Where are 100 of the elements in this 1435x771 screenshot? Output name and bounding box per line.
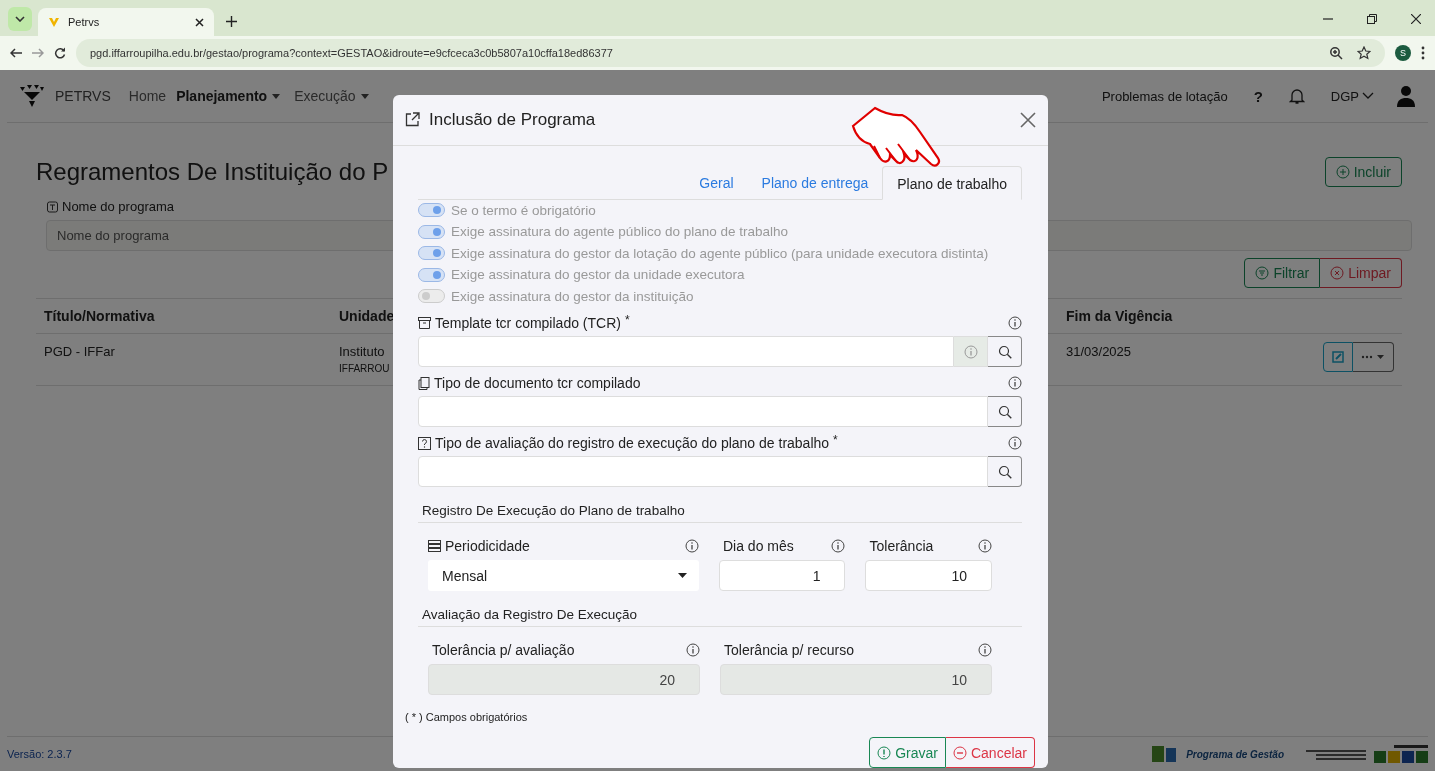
- clear-button[interactable]: Limpar: [1320, 258, 1402, 288]
- star-icon[interactable]: [1357, 46, 1371, 60]
- nav-menu-item[interactable]: Execução: [294, 88, 356, 104]
- user-icon[interactable]: [1396, 85, 1416, 107]
- info-icon[interactable]: [686, 643, 700, 657]
- ministry-logo-drawing: [1306, 748, 1366, 760]
- archive-icon: [418, 317, 431, 329]
- close-icon[interactable]: [1020, 111, 1036, 128]
- minus-circle-icon: [952, 745, 967, 760]
- cancel-button[interactable]: Cancelar: [945, 737, 1035, 768]
- caret-icon: [677, 573, 687, 578]
- toggle-label: Exige assinatura do gestor da instituição: [451, 288, 694, 304]
- info-icon[interactable]: [684, 539, 699, 553]
- required-mark: *: [833, 433, 838, 447]
- logo-icon: [48, 16, 60, 28]
- tab[interactable]: Geral: [685, 165, 748, 199]
- save-button[interactable]: Gravar: [869, 737, 946, 768]
- toggle-switch[interactable]: [418, 289, 445, 304]
- field-label: Tipo de avaliação do registro de execução do plano de trabalho: [435, 435, 830, 451]
- column-header: Fim da Vigência: [1066, 308, 1173, 324]
- caret-icon[interactable]: [272, 93, 281, 99]
- tab[interactable]: Plano de entrega: [747, 165, 883, 199]
- dialog-title: Inclusão de Programa: [429, 109, 596, 130]
- close-tab-icon[interactable]: [195, 17, 204, 27]
- search-button[interactable]: [988, 456, 1022, 487]
- required-mark: *: [624, 313, 630, 327]
- toggle-label: Exige assinatura do gestor da unidade executora: [451, 267, 745, 283]
- tab[interactable]: Plano de trabalho: [882, 165, 1022, 200]
- profile-avatar[interactable]: S: [1395, 45, 1411, 61]
- menu-icon[interactable]: [1421, 46, 1425, 60]
- program-logo-icon: [1152, 746, 1179, 762]
- edit-icon: [1332, 351, 1344, 363]
- lookup-field[interactable]: [418, 396, 988, 427]
- reload-icon[interactable]: [54, 47, 66, 59]
- field-label: Dia do mês: [721, 538, 794, 554]
- close-icon[interactable]: [1411, 14, 1421, 24]
- new-tab-icon[interactable]: [226, 16, 237, 27]
- forward-icon[interactable]: [32, 48, 44, 58]
- chevron-down-icon: [1362, 92, 1374, 100]
- unit-dropdown[interactable]: DGP: [1330, 88, 1374, 104]
- address-bar[interactable]: pgd.iffarroupilha.edu.br/gestao/programa?context=GESTAO&idroute=e9cfceca3c0b5807a10cffa18ed86377: [76, 39, 1385, 67]
- column-header: Título/Normativa: [44, 308, 155, 324]
- more-options-button[interactable]: [1353, 342, 1394, 372]
- toggle-switch[interactable]: [418, 224, 445, 239]
- lookup-field[interactable]: [418, 336, 954, 367]
- section-title: Registro De Execução do Plano de trabalho: [418, 495, 1022, 523]
- info-icon[interactable]: [1008, 436, 1022, 450]
- table-cell: IFFARROU: [339, 363, 390, 374]
- table-cell: 31/03/2025: [1066, 344, 1132, 359]
- government-logo-drawing: [1374, 745, 1428, 763]
- search-icon: [997, 404, 1012, 419]
- problems-link[interactable]: Problemas de lotação: [1101, 88, 1228, 104]
- info-icon[interactable]: [1008, 376, 1022, 390]
- include-button[interactable]: Incluir: [1324, 157, 1402, 187]
- table-cell: Instituto: [339, 344, 385, 359]
- field-label: Tolerância: [868, 538, 934, 554]
- number-field[interactable]: 1: [718, 560, 846, 591]
- number-field[interactable]: 10: [865, 560, 992, 591]
- search-icon: [997, 464, 1012, 479]
- close-circle-icon: [1330, 266, 1345, 280]
- info-icon[interactable]: [978, 539, 992, 553]
- copy-icon: [418, 376, 430, 390]
- tab-list-button[interactable]: [8, 7, 32, 31]
- plus-circle-icon: [1335, 165, 1350, 179]
- search-button[interactable]: [988, 336, 1022, 367]
- lookup-field[interactable]: [418, 456, 988, 487]
- toggle-switch[interactable]: [418, 203, 445, 218]
- field-label: Template tcr compilado (TCR): [435, 315, 621, 331]
- info-icon[interactable]: [831, 539, 846, 553]
- caret-icon[interactable]: [360, 93, 369, 99]
- nav-menu-item[interactable]: Planejamento: [176, 88, 268, 104]
- filter-button[interactable]: Filtrar: [1244, 258, 1321, 288]
- filter-icon: [1255, 266, 1270, 280]
- zoom-icon[interactable]: [1329, 46, 1343, 60]
- field-label: Tolerância p/ avaliação: [431, 642, 575, 658]
- section-title: Avaliação da Registro De Execução: [418, 599, 1022, 627]
- chevron-down-icon: [15, 16, 25, 22]
- back-icon[interactable]: [10, 48, 22, 58]
- bell-icon[interactable]: [1288, 87, 1305, 105]
- info-icon[interactable]: [1008, 316, 1022, 330]
- toggle-switch[interactable]: [418, 246, 445, 261]
- field-label: Tipo de documento tcr compilado: [434, 375, 641, 391]
- search-button[interactable]: [988, 396, 1022, 427]
- more-options-icon: [1361, 354, 1385, 360]
- search-icon: [997, 344, 1012, 359]
- program-text: Programa de Gestão: [1186, 748, 1284, 760]
- browser-tab[interactable]: Petrvs: [38, 8, 214, 36]
- toggle-switch[interactable]: [418, 267, 445, 282]
- question-icon: [418, 436, 431, 450]
- restore-icon[interactable]: [1367, 14, 1377, 24]
- brand-name: PETRVS: [55, 88, 111, 104]
- field-label: Tolerância p/ recurso: [723, 642, 854, 658]
- nav-menu-item[interactable]: Home: [128, 88, 167, 104]
- exclamation-circle-icon: [877, 745, 892, 760]
- help-button[interactable]: ?: [1253, 87, 1263, 105]
- info-icon[interactable]: [978, 643, 992, 657]
- table-cell: PGD - IFFar: [44, 344, 115, 359]
- text-field-icon: [46, 200, 59, 213]
- periodicity-select[interactable]: Mensal: [428, 560, 699, 591]
- column-header: Unidade: [339, 308, 395, 324]
